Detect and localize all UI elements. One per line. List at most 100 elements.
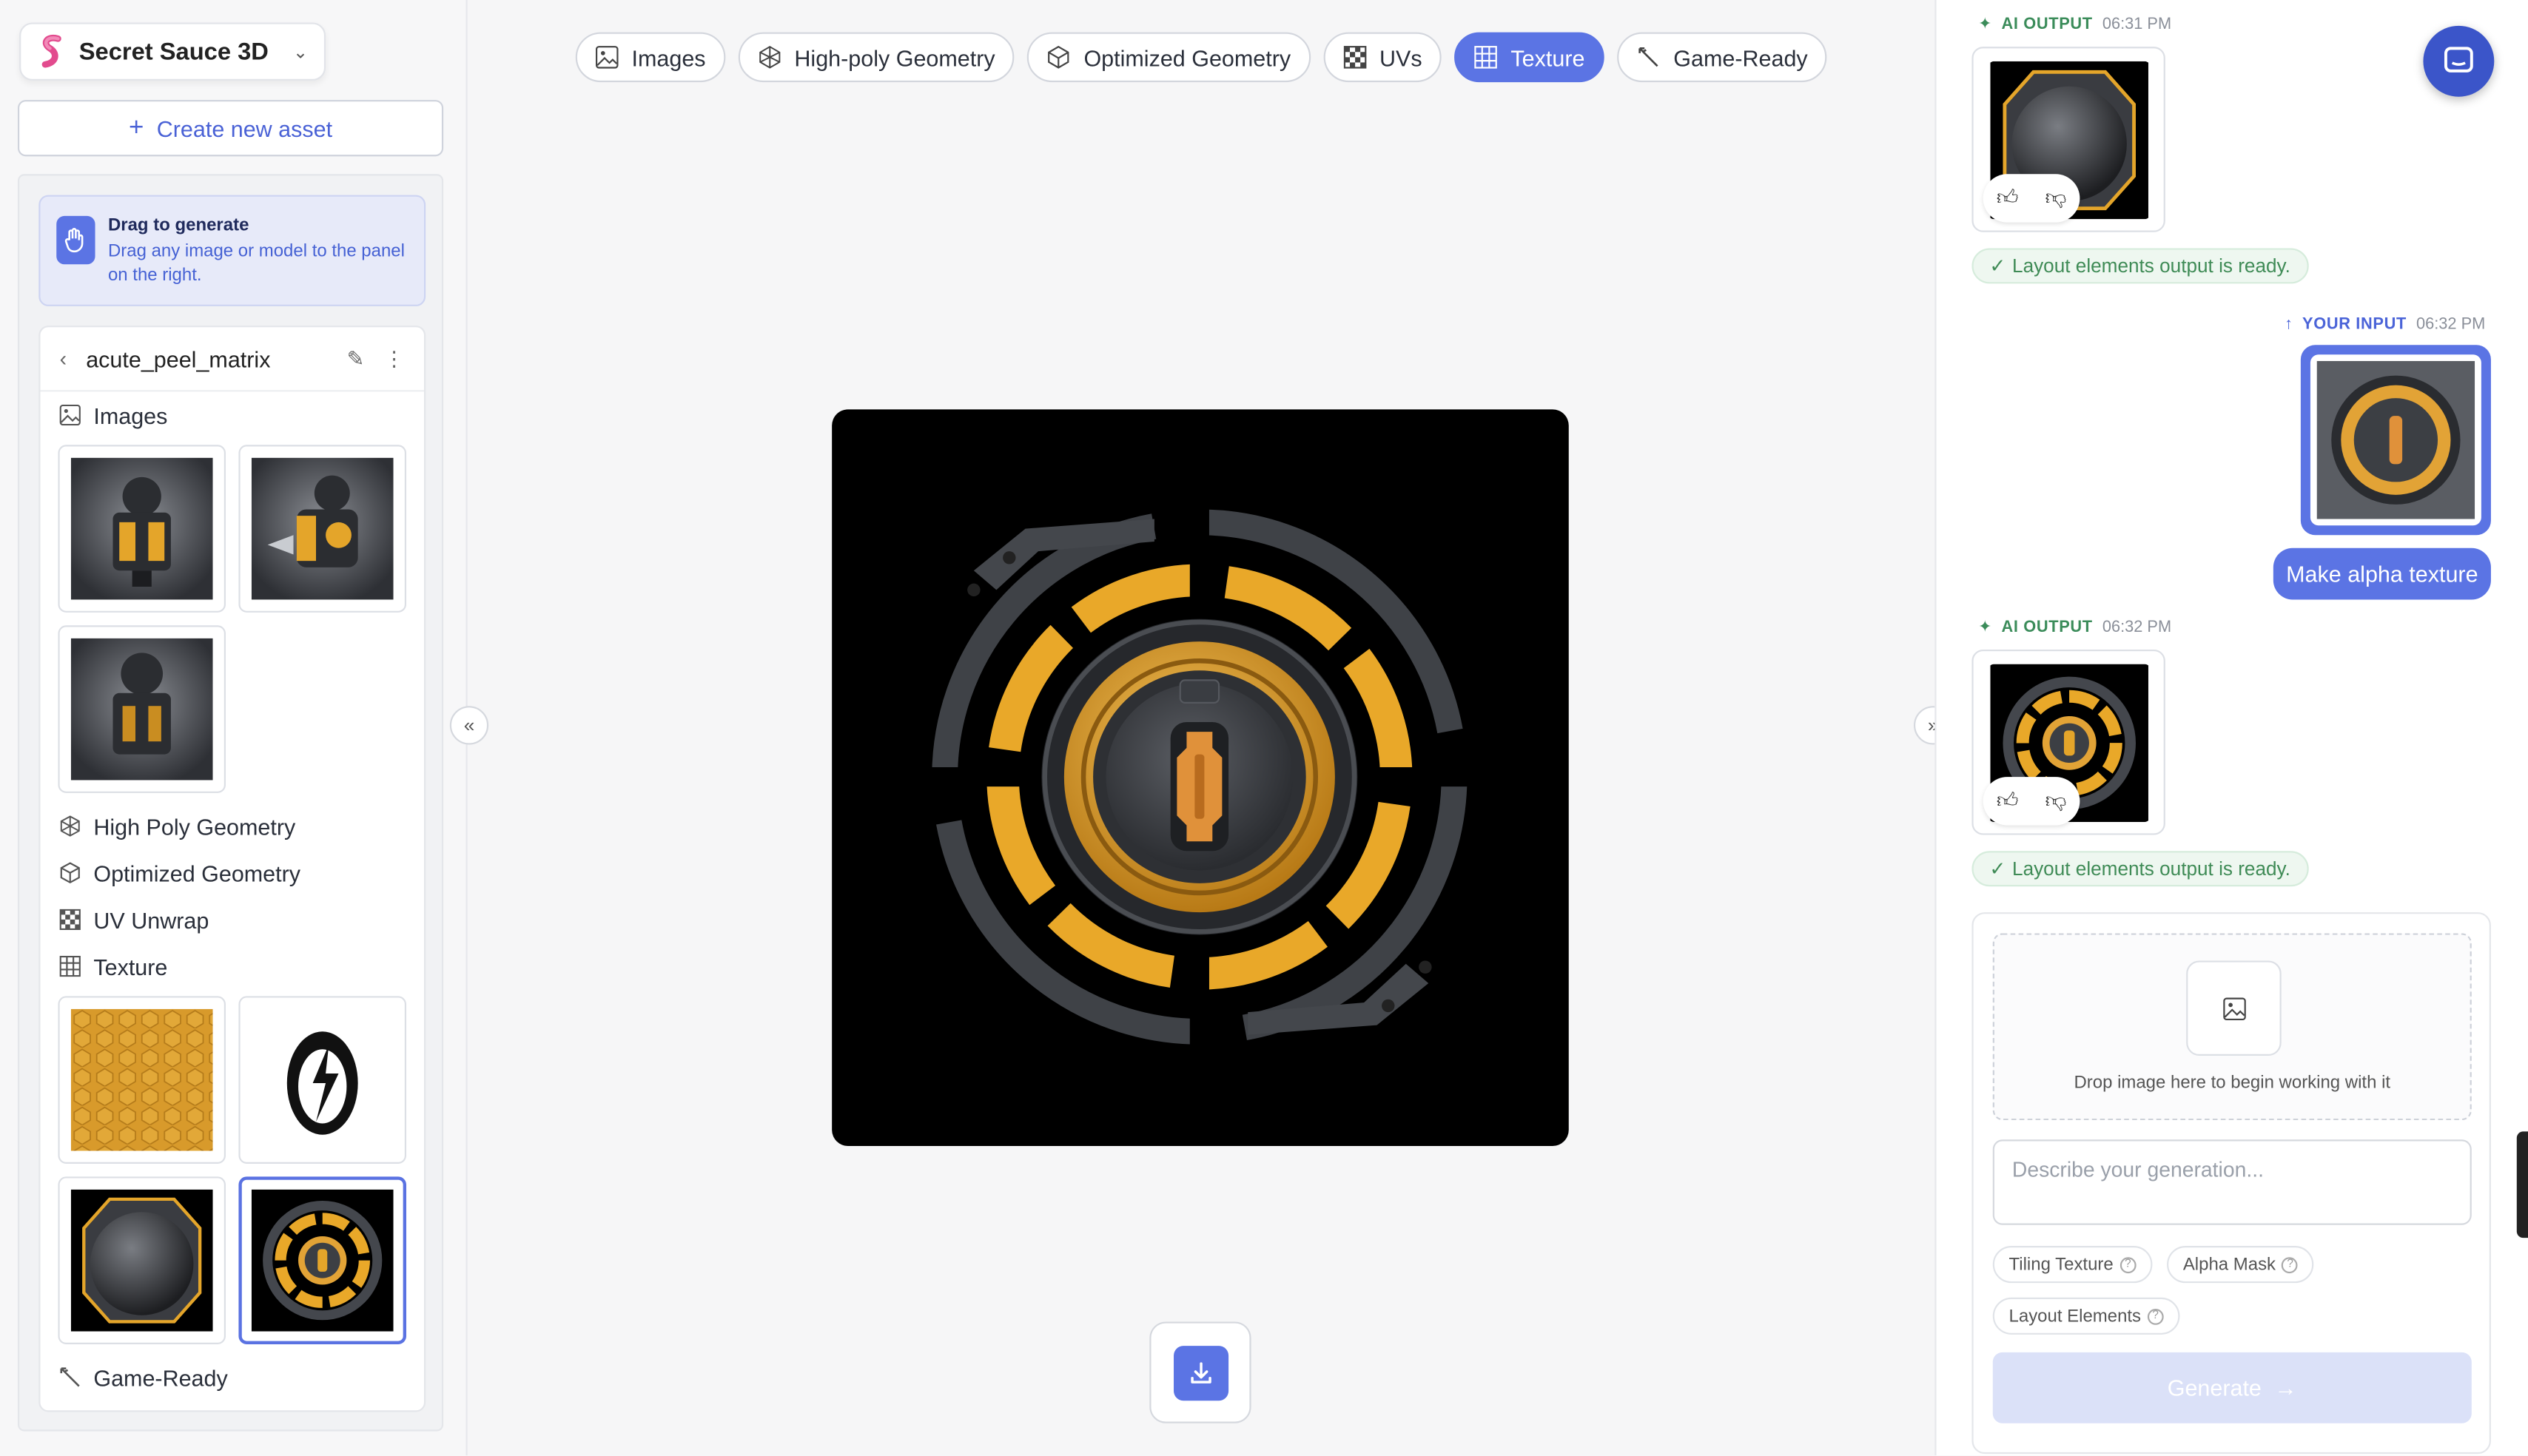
chat-panel: ✦ AI OUTPUT 06:31 PM 👍︎ 👎︎ ✓ Layout elem… xyxy=(1934,0,2528,1456)
download-icon xyxy=(1190,1361,1211,1383)
section-optimized-label: Optimized Geometry xyxy=(93,860,301,886)
texture-thumb-selected[interactable] xyxy=(238,1176,407,1344)
feedback-bar: 👍︎ 👎︎ xyxy=(1983,777,2080,826)
image-thumb[interactable] xyxy=(58,625,226,793)
user-prompt-bubble: Make alpha texture xyxy=(2273,547,2491,600)
dropzone-text: Drop image here to begin working with it xyxy=(2074,1073,2391,1093)
workspace-switcher[interactable]: Secret Sauce 3D ⌄ xyxy=(19,22,326,81)
chip-label: Alpha Mask xyxy=(2182,1255,2276,1275)
tab-high-poly[interactable]: High-poly Geometry xyxy=(738,32,1015,83)
brand-logo-icon xyxy=(41,34,61,68)
help-icon[interactable]: ? xyxy=(2282,1256,2299,1273)
thumbs-up-icon[interactable]: 👍︎ xyxy=(1997,186,2019,212)
texture-thumb[interactable] xyxy=(58,1176,226,1344)
robot-side-image xyxy=(251,457,394,600)
prompt-input[interactable]: Describe your generation... xyxy=(1992,1139,2472,1225)
tab-game-ready[interactable]: Game-Ready xyxy=(1617,32,1827,83)
section-texture-label: Texture xyxy=(93,953,168,980)
asset-card: ‹ acute_peel_matrix ✎ ⋮ Images High Poly… xyxy=(38,326,426,1412)
download-button[interactable] xyxy=(1149,1321,1251,1423)
ready-badge: ✓ Layout elements output is ready. xyxy=(1971,248,2308,284)
scroll-handle[interactable] xyxy=(2516,1131,2528,1238)
chip-alpha-mask[interactable]: Alpha Mask ? xyxy=(2167,1246,2315,1284)
chip-label: Layout Elements xyxy=(2008,1306,2142,1326)
timestamp: 06:32 PM xyxy=(2102,619,2172,637)
hand-icon xyxy=(56,215,95,265)
input-image xyxy=(2316,361,2475,519)
section-game-ready-label: Game-Ready xyxy=(93,1364,228,1391)
main-viewport: Images High-poly Geometry Optimized Geom… xyxy=(449,0,1953,1456)
back-icon[interactable]: ‹ xyxy=(60,346,67,371)
thumbs-up-icon[interactable]: 👍︎ xyxy=(1997,788,2019,814)
texture-thumb[interactable] xyxy=(238,996,407,1164)
generate-label: Generate xyxy=(2167,1375,2262,1401)
images-grid xyxy=(40,439,424,803)
cube-icon xyxy=(1048,45,1069,69)
chat-widget-button[interactable] xyxy=(2423,25,2495,97)
section-optimized[interactable]: Optimized Geometry xyxy=(40,849,424,896)
more-icon[interactable]: ⋮ xyxy=(384,346,405,371)
section-game-ready[interactable]: Game-Ready xyxy=(40,1354,424,1401)
tab-uvs[interactable]: UVs xyxy=(1322,32,1442,83)
thumbs-down-icon[interactable]: 👎︎ xyxy=(2045,788,2067,814)
robot-front-image xyxy=(70,457,213,600)
help-icon[interactable]: ? xyxy=(2147,1307,2164,1324)
high-poly-icon xyxy=(60,815,80,837)
grid-icon xyxy=(1474,46,1497,69)
section-images-label: Images xyxy=(93,402,168,428)
section-uv[interactable]: UV Unwrap xyxy=(40,896,424,943)
generate-button[interactable]: Generate → xyxy=(1992,1352,2472,1423)
ai-output-tag: AI OUTPUT xyxy=(2001,619,2093,637)
help-icon[interactable]: ? xyxy=(2119,1256,2137,1273)
timestamp: 06:32 PM xyxy=(2416,316,2486,334)
pipeline-tabs: Images High-poly Geometry Optimized Geom… xyxy=(468,32,1935,83)
tab-images-label: Images xyxy=(631,44,706,70)
workspace-title: Secret Sauce 3D xyxy=(78,38,269,66)
asset-name: acute_peel_matrix xyxy=(86,346,271,372)
alpha-ring-texture xyxy=(251,1189,394,1332)
double-chevron-left-icon: « xyxy=(463,714,475,737)
texture-preview[interactable] xyxy=(832,409,1569,1146)
chip-tiling-texture[interactable]: Tiling Texture ? xyxy=(1992,1246,2153,1284)
hex-pattern-texture xyxy=(70,1008,213,1151)
chat-icon xyxy=(2444,47,2473,73)
image-icon xyxy=(595,46,619,69)
ready-badge: ✓ Layout elements output is ready. xyxy=(1971,851,2308,887)
ready-text: Layout elements output is ready. xyxy=(2012,857,2290,880)
robot-back-image xyxy=(70,638,213,781)
section-high-poly[interactable]: High Poly Geometry xyxy=(40,803,424,849)
section-images[interactable]: Images xyxy=(40,391,424,438)
thumbs-down-icon[interactable]: 👎︎ xyxy=(2045,186,2067,212)
check-icon: ✓ xyxy=(1989,857,2006,880)
drag-hint-body: Drag any image or model to the panel on … xyxy=(107,241,405,286)
image-thumb[interactable] xyxy=(58,445,226,613)
image-dropzone[interactable]: Drop image here to begin working with it xyxy=(1992,933,2472,1121)
high-poly-icon xyxy=(759,46,780,69)
timestamp: 06:31 PM xyxy=(2102,16,2172,34)
section-texture[interactable]: Texture xyxy=(40,943,424,989)
image-upload-icon xyxy=(2186,960,2282,1056)
tab-game-ready-label: Game-Ready xyxy=(1673,44,1808,70)
create-asset-label: Create new asset xyxy=(156,115,333,141)
feedback-bar: 👍︎ 👎︎ xyxy=(1983,174,2080,223)
input-image-card[interactable] xyxy=(2300,345,2491,536)
texture-thumb[interactable] xyxy=(58,996,226,1164)
alpha-ring-texture-large xyxy=(928,506,1477,1054)
ai-output-card[interactable]: 👍︎ 👎︎ xyxy=(1971,649,2165,835)
tab-images[interactable]: Images xyxy=(575,32,725,83)
ai-output-card[interactable]: 👍︎ 👎︎ xyxy=(1971,47,2165,232)
plus-icon: + xyxy=(128,113,144,141)
tab-texture[interactable]: Texture xyxy=(1454,32,1604,83)
image-thumb[interactable] xyxy=(238,445,407,613)
image-icon xyxy=(59,404,81,426)
edit-icon[interactable]: ✎ xyxy=(347,346,365,371)
collapse-left-button[interactable]: « xyxy=(449,706,489,745)
create-asset-button[interactable]: + Create new asset xyxy=(17,100,444,157)
chip-layout-elements[interactable]: Layout Elements ? xyxy=(1992,1297,2180,1335)
tab-optimized[interactable]: Optimized Geometry xyxy=(1027,32,1311,83)
arrow-up-icon: ↑ xyxy=(2285,316,2293,334)
composer: Drop image here to begin working with it… xyxy=(1971,912,2491,1455)
cube-icon xyxy=(60,862,80,883)
ai-output-tag: AI OUTPUT xyxy=(2001,16,2093,34)
sparkle-icon: ✦ xyxy=(1978,16,1992,34)
